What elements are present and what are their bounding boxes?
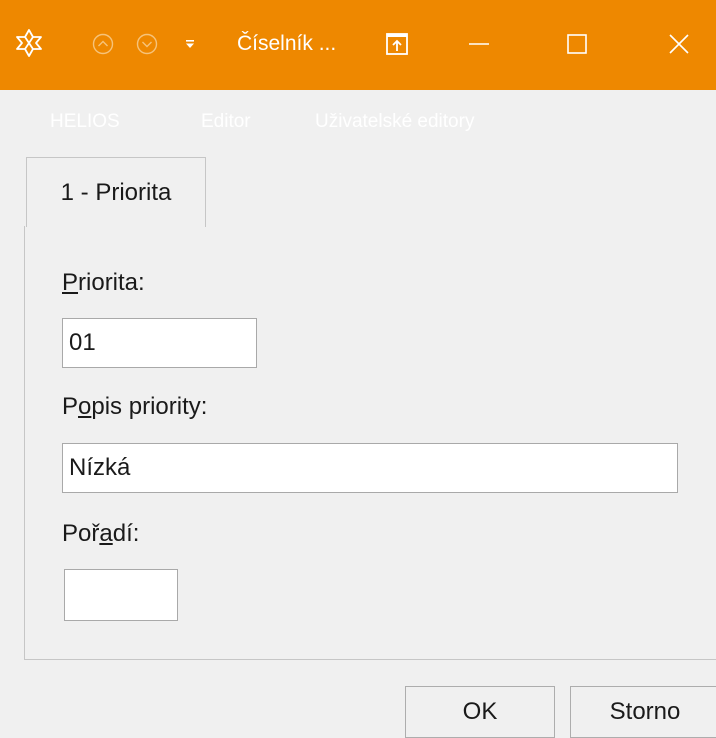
dropdown-arrow-icon[interactable] bbox=[183, 37, 197, 51]
pin-window-icon[interactable] bbox=[384, 31, 410, 57]
circle-chevron-up-icon[interactable] bbox=[92, 33, 114, 55]
minimize-icon[interactable] bbox=[455, 22, 503, 66]
window-title: Číselník ... bbox=[237, 32, 337, 55]
cancel-button[interactable]: Storno bbox=[570, 686, 716, 738]
maximize-icon[interactable] bbox=[553, 22, 601, 66]
tab-priorita[interactable]: 1 - Priorita bbox=[26, 157, 206, 227]
helios-logo-icon[interactable] bbox=[14, 28, 44, 58]
menu-helios[interactable]: HELIOS bbox=[50, 106, 120, 138]
editor-window: Číselník ... HELIOS Editor Uživatelské e… bbox=[0, 0, 716, 738]
priorita-label: Priorita: bbox=[62, 269, 145, 296]
popis-priority-label: Popis priority: bbox=[62, 393, 208, 420]
menu-user-editors[interactable]: Uživatelské editory bbox=[315, 106, 474, 138]
ok-button[interactable]: OK bbox=[405, 686, 555, 738]
circle-chevron-down-icon[interactable] bbox=[136, 33, 158, 55]
poradi-input[interactable] bbox=[64, 569, 178, 621]
popis-priority-input[interactable] bbox=[62, 443, 678, 493]
priorita-input[interactable] bbox=[62, 318, 257, 368]
poradi-label: Pořadí: bbox=[62, 520, 140, 547]
close-icon[interactable] bbox=[655, 22, 703, 66]
menu-editor[interactable]: Editor bbox=[201, 106, 251, 138]
title-bar: Číselník ... HELIOS Editor Uživatelské e… bbox=[0, 0, 716, 132]
